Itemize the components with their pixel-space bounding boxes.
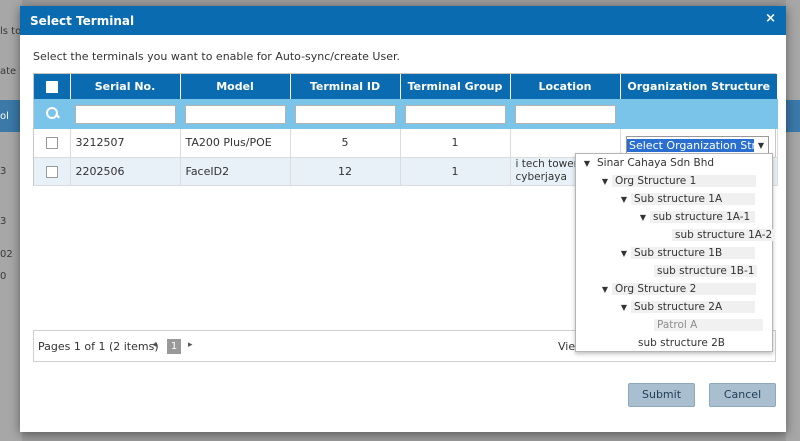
background-text: 0 [0,271,7,282]
filter-terminal-id-input[interactable] [294,104,396,124]
cell-terminal-id: 12 [290,157,401,186]
close-icon[interactable]: × [765,11,776,26]
prev-page-icon[interactable]: ◂ [152,340,157,350]
next-page-icon[interactable]: ▸ [188,340,193,350]
cancel-button[interactable]: Cancel [709,383,776,407]
tree-node[interactable]: ▼ Org Structure 2 [598,281,756,297]
pager-view-label: Vie [558,340,576,353]
filter-location-input[interactable] [514,104,616,124]
collapse-icon[interactable]: ▼ [617,249,631,258]
collapse-icon[interactable]: ▼ [598,177,612,186]
tree-node[interactable]: ▼ Sinar Cahaya Sdn Bhd [580,155,717,171]
background-right-strip [786,0,800,441]
background-text: 3 [0,216,7,227]
org-structure-tree: ▼ Sinar Cahaya Sdn Bhd ▼ Org Structure 1 ▼… [575,153,776,352]
row-checkbox[interactable] [45,137,58,150]
org-structure-select-value: Select Organization Structure [627,138,754,152]
page-number-button[interactable]: 1 [167,339,181,354]
cell-serial: 2202506 [70,157,181,186]
column-header-org-structure[interactable]: Organization Structure [620,74,777,99]
collapse-icon[interactable]: ▼ [598,285,612,294]
tree-node[interactable]: sub structure 1B-1 [654,263,758,279]
collapse-icon[interactable]: ▼ [617,303,631,312]
tree-node[interactable]: ▼ Sub structure 1A [617,191,755,207]
filter-group-input[interactable] [404,104,506,124]
pager-summary: Pages 1 of 1 (2 items) [38,340,159,353]
cell-model: TA200 Plus/POE [180,129,291,158]
filter-model-input[interactable] [184,104,286,124]
column-header-serial[interactable]: Serial No. [70,74,181,99]
dialog-title: Select Terminal [30,13,135,28]
tree-node[interactable]: ▼ Sub structure 2A [617,299,755,315]
tree-node[interactable]: ▼ Org Structure 1 [598,173,756,189]
cell-serial: 3212507 [70,129,181,158]
cell-terminal-id: 5 [290,129,401,158]
chevron-down-icon[interactable]: ▼ [754,141,768,150]
filter-serial-input[interactable] [74,104,176,124]
org-structure-select[interactable]: Select Organization Structure ▼ [626,136,769,154]
submit-button[interactable]: Submit [628,383,695,407]
select-all-checkbox[interactable] [45,81,58,93]
tree-node[interactable]: sub structure 1A-2 [672,227,776,243]
column-header-location[interactable]: Location [510,74,621,99]
instruction-text: Select the terminals you want to enable … [33,50,400,63]
cell-group: 1 [400,129,511,158]
grid-header-row: Serial No. Model Terminal ID Terminal Gr… [34,74,777,99]
background-header-bar-right [786,100,800,132]
collapse-icon[interactable]: ▼ [617,195,631,204]
tree-node[interactable]: ▼ sub structure 1A-1 [636,209,755,225]
filter-row [34,99,778,129]
search-icon [45,106,59,120]
row-checkbox[interactable] [45,165,58,178]
column-header-terminal-id[interactable]: Terminal ID [290,74,401,99]
tree-node[interactable]: Patrol A [654,317,763,333]
background-text: ol [0,111,9,122]
cell-group: 1 [400,157,511,186]
column-header-model[interactable]: Model [180,74,291,99]
tree-node[interactable]: ▼ Sub structure 1B [617,245,755,261]
dialog-header: Select Terminal [20,6,786,35]
collapse-icon[interactable]: ▼ [580,159,594,168]
background-text: 3 [0,166,7,177]
background-text: 02 [0,249,13,260]
collapse-icon[interactable]: ▼ [636,213,650,222]
background-text: ls to [0,26,22,37]
column-header-terminal-group[interactable]: Terminal Group [400,74,511,99]
cell-model: FaceID2 [180,157,291,186]
tree-node[interactable]: sub structure 2B [635,335,728,351]
